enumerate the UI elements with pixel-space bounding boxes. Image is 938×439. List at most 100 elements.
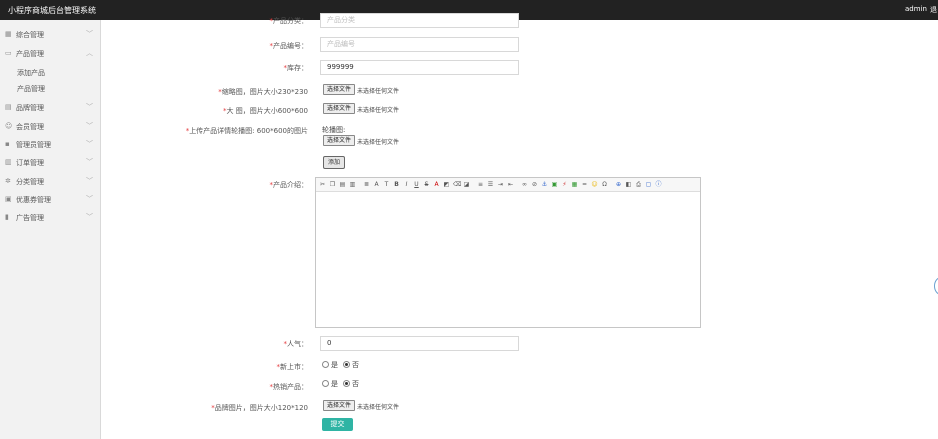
sidebar-item-orders[interactable]: ▥ 订单管理 ﹀ [0,154,100,171]
cut-icon[interactable]: ✂ [319,181,326,188]
add-carousel-button[interactable]: 添加 [323,156,345,169]
code-label: *产品编号： [269,42,309,50]
paste-icon[interactable]: ▤ [339,181,346,188]
paste-text-icon[interactable]: ▥ [349,181,356,188]
sidebar-item-label: 会员管理 [16,123,44,131]
print-icon[interactable]: ⎙ [635,181,642,188]
ordered-list-icon[interactable]: ≡ [477,181,484,188]
source-icon[interactable]: ▢ [645,181,652,188]
maximize-icon[interactable]: ⊕ [615,181,622,188]
outdent-icon[interactable]: ⇤ [507,181,514,188]
large-image-file-note: 未选择任何文件 [357,107,400,114]
user-name[interactable]: admin [905,5,927,13]
table-icon[interactable]: ▦ [571,181,578,188]
unlink-icon[interactable]: ⊘ [531,181,538,188]
chevron-down-icon: ﹀ [86,140,93,148]
large-image-file-button[interactable]: 选择文件 [323,103,356,114]
sidebar-item-label: 产品管理 [16,50,44,58]
sidebar-item-general[interactable]: ▦ 综合管理 ﹀ [0,26,100,43]
brand-image-label: *品牌图片，图片大小120*120 [211,404,308,412]
editor-toolbar: ✂ ❐ ▤ ▥ ≣ A T B I U S A ◩ ⌫ ◪ ≡ ☰ ⇥ ⇤ ∞ … [316,178,700,192]
submit-button[interactable]: 提交 [322,418,353,431]
sidebar-item-label: 优惠券管理 [16,196,51,204]
sidebar-item-label: 管理员管理 [16,141,51,149]
category-input[interactable]: 产品分类 [320,13,519,28]
font-size-icon[interactable]: T [383,181,390,188]
format-icon[interactable]: ≣ [363,181,370,188]
popularity-label: *人气： [283,340,309,348]
product-code-input[interactable]: 产品编号 [320,37,519,52]
hr-icon[interactable]: ═ [581,181,588,188]
unordered-list-icon[interactable]: ☰ [487,181,494,188]
carousel-label: *上传产品详情轮播图: 600*600的图片 [185,127,308,135]
help-icon[interactable]: ⓘ [655,181,662,188]
new-arrival-no-radio[interactable] [343,361,350,368]
strikethrough-icon[interactable]: S [423,181,430,188]
sidebar-item-categories[interactable]: ✲ 分类管理 ﹀ [0,173,100,190]
app-title: 小程序商城后台管理系统 [8,6,96,15]
underline-icon[interactable]: U [413,181,420,188]
text-color-icon[interactable]: A [433,181,440,188]
box-icon: ▭ [5,49,12,57]
user-icon: ☺ [5,122,13,130]
hot-no-radio[interactable] [343,380,350,387]
rich-text-editor[interactable]: ✂ ❐ ▤ ▥ ≣ A T B I U S A ◩ ⌫ ◪ ≡ ☰ ⇥ ⇤ ∞ … [315,177,701,328]
copy-icon[interactable]: ❐ [329,181,336,188]
large-image-label: *大 图，图片大小600*600 [223,107,308,115]
image-icon[interactable]: ▣ [551,181,558,188]
sidebar-item-admins[interactable]: ▪ 管理员管理 ﹀ [0,136,100,153]
thumbnail-file-button[interactable]: 选择文件 [323,84,356,95]
sidebar-item-products[interactable]: ▭ 产品管理 ︿ [0,45,100,62]
sidebar-item-brands[interactable]: ▤ 品牌管理 ﹀ [0,99,100,116]
brand-image-file-note: 未选择任何文件 [357,404,400,411]
coupon-icon: ▣ [5,195,12,203]
brand-image-file-button[interactable]: 选择文件 [323,400,356,411]
new-arrival-no-label: 否 [352,361,359,369]
carousel-file-button[interactable]: 选择文件 [323,135,356,146]
new-arrival-label: *新上市： [276,363,309,371]
new-arrival-yes-label: 是 [331,361,338,369]
new-arrival-yes-radio[interactable] [322,361,329,368]
chevron-down-icon: ﹀ [86,158,93,166]
sidebar-item-coupons[interactable]: ▣ 优惠券管理 ﹀ [0,191,100,208]
floating-scroll-widget[interactable] [934,277,938,295]
stock-input[interactable]: 999999 [320,60,519,75]
carousel-sublabel: 轮播图: [322,126,346,134]
clear-format-icon[interactable]: ◪ [463,181,470,188]
sidebar-subitem-add-product[interactable]: 添加产品 [17,68,45,78]
eraser-icon[interactable]: ⌫ [453,181,461,188]
intro-label: *产品介绍： [269,181,309,189]
hot-yes-radio[interactable] [322,380,329,387]
preview-icon[interactable]: ◧ [625,181,632,188]
link-icon[interactable]: ∞ [521,181,528,188]
sidebar-item-label: 品牌管理 [16,104,44,112]
anchor-icon[interactable]: ⚓ [541,181,548,188]
stock-label: *库存： [283,64,309,72]
carousel-file-note: 未选择任何文件 [357,139,400,146]
emoticon-icon[interactable]: ☺ [591,181,598,188]
highlight-icon[interactable]: ◩ [443,181,450,188]
ad-icon: ▮ [5,213,9,221]
popularity-input[interactable]: 0 [320,336,519,351]
sidebar-subitem-manage-products[interactable]: 产品管理 [17,84,45,94]
sidebar-item-label: 分类管理 [16,178,44,186]
sidebar-item-label: 综合管理 [16,31,44,39]
sidebar-item-members[interactable]: ☺ 会员管理 ﹀ [0,118,100,135]
chevron-down-icon: ﹀ [86,177,93,185]
bold-icon[interactable]: B [393,181,400,188]
thumbnail-label: *缩略图，图片大小230*230 [218,88,308,96]
italic-icon[interactable]: I [403,181,410,188]
sidebar: ▦ 综合管理 ﹀ ▭ 产品管理 ︿ 添加产品 产品管理 ▤ 品牌管理 ﹀ ☺ 会… [0,20,101,439]
hot-yes-label: 是 [331,380,338,388]
font-icon[interactable]: A [373,181,380,188]
category-label: *产品分类： [269,17,309,25]
flash-icon[interactable]: ⚡ [561,181,568,188]
logout-link[interactable]: 退 [930,5,937,15]
special-char-icon[interactable]: Ω [601,181,608,188]
tag-icon: ▤ [5,103,12,111]
admin-icon: ▪ [5,140,10,148]
indent-icon[interactable]: ⇥ [497,181,504,188]
chevron-down-icon: ﹀ [86,30,93,38]
thumbnail-file-note: 未选择任何文件 [357,88,400,95]
sidebar-item-ads[interactable]: ▮ 广告管理 ﹀ [0,209,100,226]
